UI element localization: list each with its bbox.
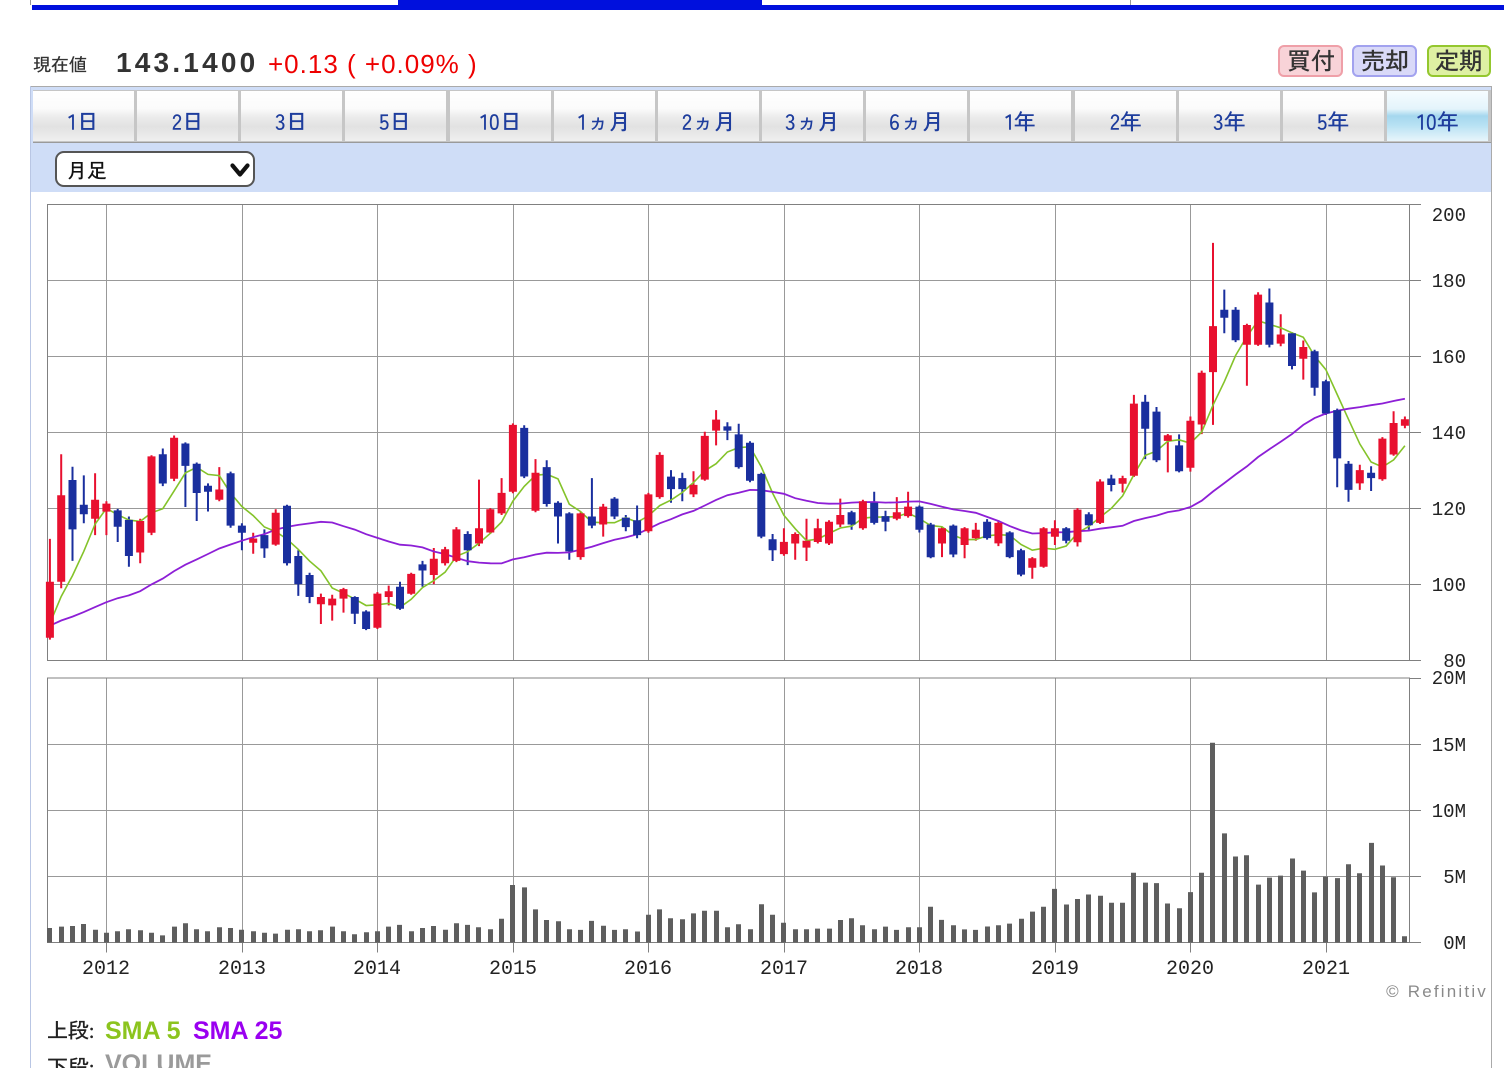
svg-text:0M: 0M: [1443, 933, 1466, 955]
svg-text:10M: 10M: [1432, 801, 1466, 823]
svg-text:2021: 2021: [1302, 958, 1350, 981]
svg-text:200: 200: [1432, 205, 1466, 227]
svg-text:5M: 5M: [1443, 867, 1466, 889]
svg-text:2017: 2017: [760, 958, 808, 981]
svg-text:2018: 2018: [895, 958, 943, 981]
svg-text:20M: 20M: [1432, 668, 1466, 690]
svg-text:© Refinitiv: © Refinitiv: [1386, 982, 1488, 1001]
svg-text:2016: 2016: [624, 958, 672, 981]
svg-text:2015: 2015: [489, 958, 537, 981]
svg-text:2019: 2019: [1031, 958, 1079, 981]
svg-text:2012: 2012: [82, 958, 130, 981]
svg-text:160: 160: [1432, 347, 1466, 369]
svg-text:100: 100: [1432, 575, 1466, 597]
svg-text:120: 120: [1432, 499, 1466, 521]
svg-text:2014: 2014: [353, 958, 401, 981]
svg-text:15M: 15M: [1432, 735, 1466, 757]
svg-text:180: 180: [1432, 271, 1466, 293]
svg-text:140: 140: [1432, 423, 1466, 445]
svg-text:2013: 2013: [218, 958, 266, 981]
svg-text:2020: 2020: [1166, 958, 1214, 981]
